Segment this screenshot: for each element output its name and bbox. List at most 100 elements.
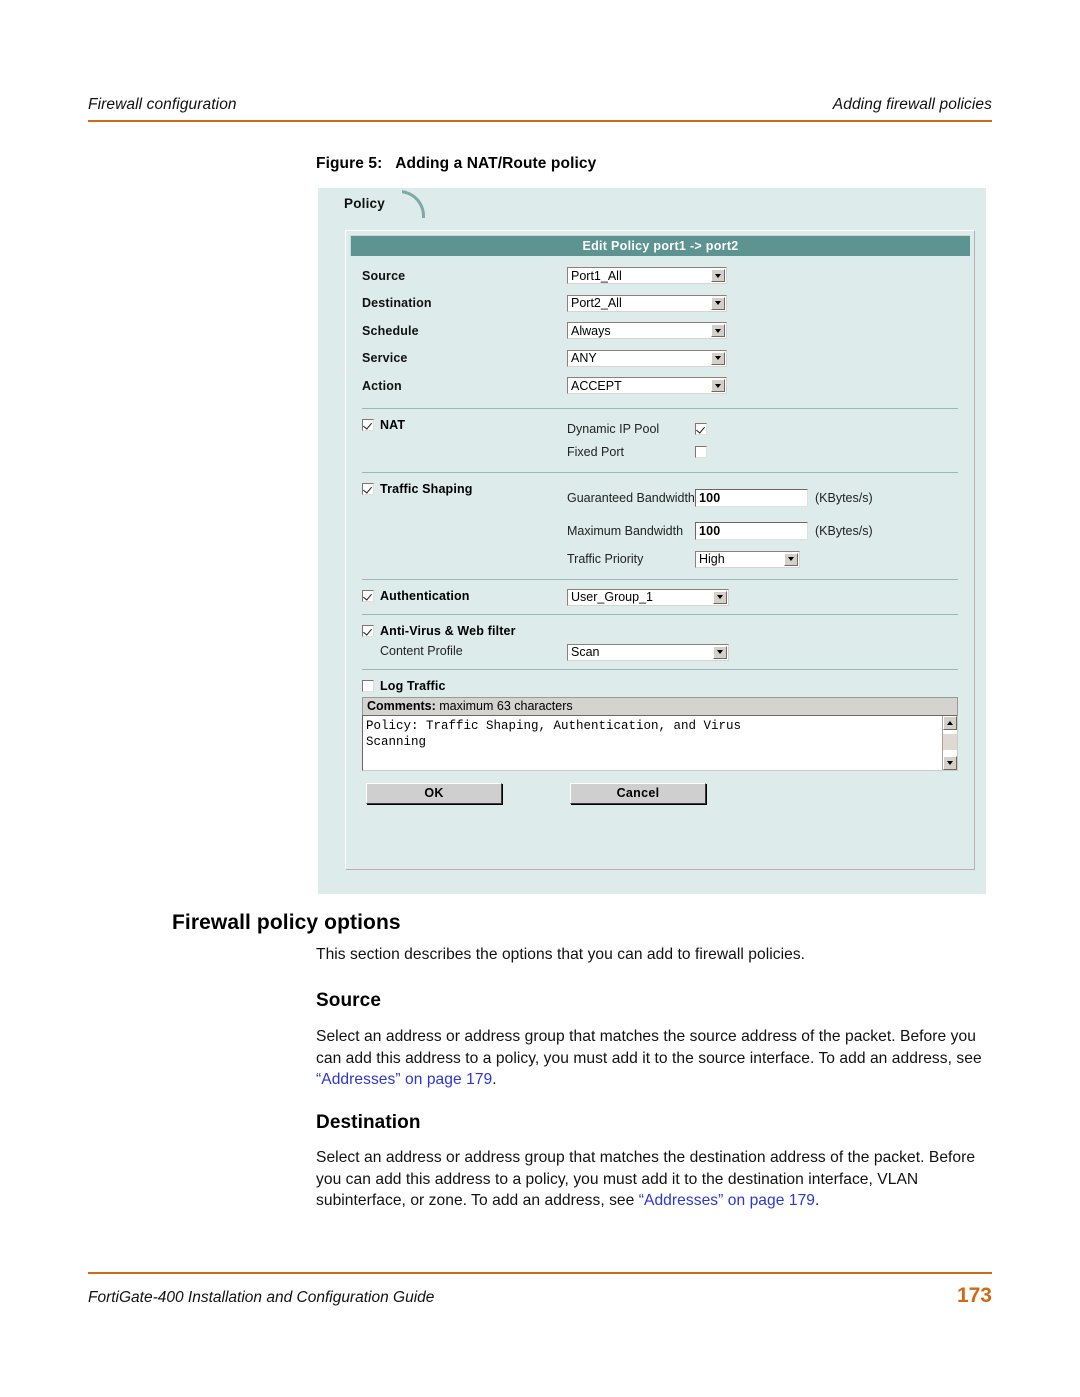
content-profile-label: Content Profile [380, 643, 463, 658]
edit-policy-form-panel: Edit Policy port1 -> port2 Source Port1_… [345, 230, 975, 870]
authentication-right: User_Group_1 [567, 588, 958, 606]
intro-paragraph: This section describes the options that … [316, 946, 806, 963]
field-row-action: Action ACCEPT [362, 372, 958, 400]
field-row-service: Service ANY [362, 345, 958, 373]
maximum-bandwidth-row: Maximum Bandwidth 100 (KBytes/s) [567, 515, 958, 548]
paragraph-destination-text-b: . [815, 1192, 820, 1209]
link-addresses-page-179[interactable]: “Addresses” on page 179 [639, 1192, 815, 1209]
field-row-source: Source Port1_All [362, 262, 958, 290]
header-right-title: Adding firewall policies [832, 96, 992, 113]
fixed-port-checkbox[interactable] [695, 446, 707, 458]
comments-textarea[interactable]: Policy: Traffic Shaping, Authentication,… [362, 714, 958, 771]
chevron-down-icon[interactable] [713, 645, 727, 659]
comments-value: Policy: Traffic Shaping, Authentication,… [366, 718, 742, 749]
traffic-priority-value: High [699, 552, 725, 566]
service-select-value: ANY [571, 351, 597, 366]
schedule-select-value: Always [571, 323, 611, 338]
scroll-down-icon[interactable] [943, 755, 957, 770]
chevron-down-icon[interactable] [711, 296, 725, 310]
comments-section: Comments: maximum 63 characters Policy: … [362, 696, 958, 771]
page-running-header: Firewall configuration Adding firewall p… [88, 96, 992, 122]
source-select[interactable]: Port1_All [567, 267, 727, 285]
action-select[interactable]: ACCEPT [567, 377, 727, 395]
tab-curve-decoration [402, 188, 430, 218]
traffic-shaping-label: Traffic Shaping [380, 481, 473, 496]
form-title-text: Edit Policy port1 -> port2 [582, 239, 739, 253]
schedule-select[interactable]: Always [567, 322, 727, 340]
traffic-shaping-checkbox-row[interactable]: Traffic Shaping [362, 482, 567, 496]
header-rule [88, 120, 992, 122]
label-schedule: Schedule [362, 323, 419, 338]
comments-scrollbar[interactable] [942, 715, 957, 770]
antivirus-label: Anti-Virus & Web filter [380, 623, 516, 638]
scroll-up-icon[interactable] [943, 715, 957, 730]
footer-row: FortiGate-400 Installation and Configura… [88, 1284, 992, 1308]
figure-caption: Figure 5: Adding a NAT/Route policy [316, 155, 596, 173]
figure-label: Figure 5: [316, 155, 383, 172]
nat-right: Dynamic IP Pool Fixed Port [567, 418, 958, 464]
label-service: Service [362, 351, 408, 366]
field-row-schedule: Schedule Always [362, 317, 958, 345]
link-addresses-page-179[interactable]: “Addresses” on page 179 [316, 1071, 492, 1088]
chevron-down-icon[interactable] [784, 552, 798, 566]
tab-policy-label: Policy [344, 195, 385, 211]
log-traffic-checkbox-row[interactable]: Log Traffic [362, 679, 958, 693]
nat-label: NAT [380, 417, 406, 432]
page-title: Firewall policy options [172, 911, 401, 934]
content-profile-right: Scan [567, 643, 958, 661]
header-row: Firewall configuration Adding firewall p… [88, 96, 992, 114]
service-select[interactable]: ANY [567, 349, 727, 367]
divider [362, 471, 958, 473]
dynamic-ip-pool-label: Dynamic IP Pool [567, 422, 660, 436]
section-authentication: Authentication User_Group_1 [362, 588, 958, 606]
label-source: Source [362, 268, 406, 283]
chevron-down-icon[interactable] [711, 351, 725, 365]
authentication-label: Authentication [380, 588, 470, 603]
footer-guide-title: FortiGate-400 Installation and Configura… [88, 1289, 435, 1306]
content-profile-value: Scan [571, 645, 600, 659]
traffic-priority-select[interactable]: High [695, 550, 800, 568]
heading-destination: Destination [316, 1112, 421, 1133]
ok-button[interactable]: OK [366, 782, 502, 804]
scrollbar-thumb[interactable] [943, 733, 957, 750]
authentication-group-select[interactable]: User_Group_1 [567, 588, 729, 606]
figure-caption-text: Adding a NAT/Route policy [395, 155, 597, 172]
chevron-down-icon[interactable] [713, 590, 727, 604]
nat-checkbox-row[interactable]: NAT [362, 418, 567, 432]
guaranteed-bandwidth-input[interactable]: 100 [695, 489, 808, 507]
destination-select[interactable]: Port2_All [567, 294, 727, 312]
traffic-shaping-checkbox[interactable] [362, 482, 374, 495]
maximum-bandwidth-label: Maximum Bandwidth [567, 523, 684, 538]
form-button-row: OK Cancel [362, 782, 958, 804]
log-traffic-checkbox[interactable] [362, 679, 374, 692]
cancel-button[interactable]: Cancel [570, 782, 706, 804]
guaranteed-bandwidth-row: Guaranteed Bandwidth 100 (KBytes/s) [567, 482, 958, 515]
log-traffic-label: Log Traffic [380, 678, 446, 693]
maximum-bandwidth-units: (KBytes/s) [815, 524, 873, 538]
section-nat: NAT Dynamic IP Pool Fixed Port [362, 418, 958, 464]
section-traffic-shaping: Traffic Shaping Guaranteed Bandwidth 100… [362, 482, 958, 571]
tab-policy[interactable]: Policy [318, 188, 385, 218]
gui-screenshot: Policy Edit Policy port1 -> port2 Source… [318, 188, 986, 894]
guaranteed-bandwidth-label: Guaranteed Bandwidth [567, 490, 695, 505]
chevron-down-icon[interactable] [711, 324, 725, 338]
chevron-down-icon[interactable] [711, 379, 725, 393]
source-select-value: Port1_All [571, 268, 622, 283]
antivirus-checkbox[interactable] [362, 624, 374, 637]
dynamic-ip-pool-checkbox[interactable] [695, 423, 707, 435]
dynamic-ip-pool-row: Dynamic IP Pool [567, 418, 958, 441]
content-profile-select[interactable]: Scan [567, 643, 729, 661]
form-titlebar: Edit Policy port1 -> port2 [350, 235, 970, 256]
authentication-checkbox-row[interactable]: Authentication [362, 589, 567, 603]
authentication-left: Authentication [362, 589, 567, 606]
maximum-bandwidth-input[interactable]: 100 [695, 522, 808, 540]
page-running-footer: FortiGate-400 Installation and Configura… [88, 1272, 992, 1308]
chevron-down-icon[interactable] [711, 269, 725, 283]
antivirus-checkbox-row[interactable]: Anti-Virus & Web filter [362, 624, 958, 638]
divider [362, 668, 958, 670]
nat-checkbox[interactable] [362, 418, 374, 431]
guaranteed-bandwidth-units: (KBytes/s) [815, 491, 873, 505]
content-profile-row: Content Profile Scan [362, 643, 958, 661]
traffic-priority-row: Traffic Priority High [567, 548, 958, 571]
authentication-checkbox[interactable] [362, 589, 374, 602]
